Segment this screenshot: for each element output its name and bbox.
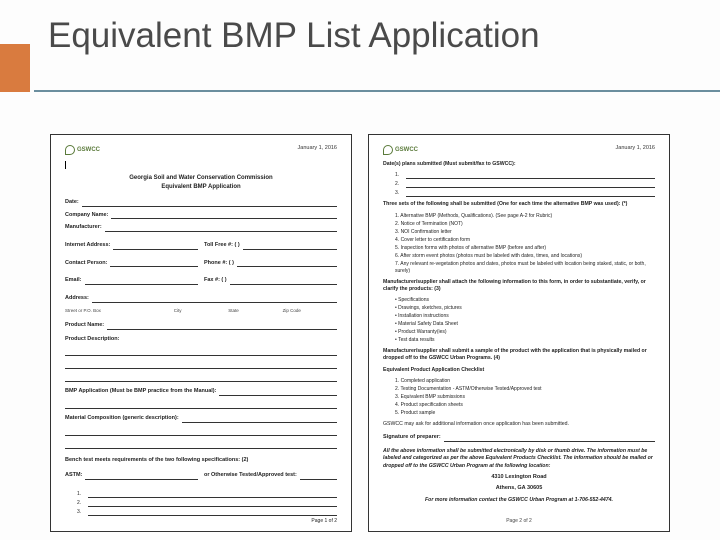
form-title-line-1: Georgia Soil and Water Conservation Comm…: [65, 174, 337, 182]
field-material: Material Composition (generic descriptio…: [65, 415, 337, 423]
input-fax[interactable]: [230, 278, 337, 285]
dates-list-p1: 1. 2. 3.: [77, 491, 337, 516]
application-page-1: GSWCC January 1, 2016 Georgia Soil and W…: [50, 134, 352, 532]
input-other-test[interactable]: [300, 473, 337, 480]
p2-date-1[interactable]: [406, 172, 655, 179]
input-phone[interactable]: [237, 260, 337, 267]
gswcc-logo: GSWCC: [65, 145, 100, 155]
field-bmp-app: BMP Application (Must be BMP practice fr…: [65, 388, 337, 396]
label-bench: Bench test meets requirements of the two…: [65, 457, 337, 465]
page-title: Equivalent BMP List Application: [34, 8, 720, 92]
input-email[interactable]: [85, 278, 198, 285]
input-bmp-app[interactable]: [219, 389, 337, 396]
input-manufacturer[interactable]: [105, 225, 337, 232]
attach-heading: Manufacturer/supplier shall attach the f…: [383, 279, 655, 294]
form-title: Georgia Soil and Water Conservation Comm…: [65, 174, 337, 191]
field-email: Email:: [65, 277, 198, 285]
address-line-2: Athens, GA 30605: [383, 485, 655, 493]
input-material-lines[interactable]: [65, 429, 337, 449]
three-sets-heading: Three sets of the following shall be sub…: [383, 201, 655, 208]
header-date: January 1, 2016: [616, 145, 655, 153]
input-product-desc[interactable]: [65, 349, 337, 382]
input-date[interactable]: [82, 200, 337, 207]
input-astm[interactable]: [85, 473, 198, 480]
date-entry-2[interactable]: [88, 500, 337, 507]
page-2-footer: Page 2 of 2: [369, 518, 669, 525]
more-info: For more information contact the GSWCC U…: [383, 497, 655, 504]
label-product-desc: Product Description:: [65, 336, 337, 344]
field-product-name: Product Name:: [65, 322, 337, 330]
gswcc-logo: GSWCC: [383, 145, 418, 155]
date-entry-3[interactable]: [88, 509, 337, 516]
attach-list: Specifications Drawings, sketches, pictu…: [395, 297, 655, 344]
sample-heading: Manufacturer/supplier shall submit a sam…: [383, 348, 655, 363]
input-contact[interactable]: [110, 260, 198, 267]
field-contact: Contact Person:: [65, 260, 198, 268]
logo-text: GSWCC: [77, 146, 100, 154]
ask-line: GSWCC may ask for additional information…: [383, 421, 655, 428]
footer-note: All the above information shall be submi…: [383, 448, 655, 470]
field-tollfree: Toll Free #: ( ): [204, 242, 337, 250]
checklist: 1. Completed application 2. Testing Docu…: [395, 378, 655, 417]
page-1-footer: Page 1 of 2: [311, 518, 337, 525]
field-phone: Phone #: ( ): [204, 260, 337, 268]
input-internet[interactable]: [113, 243, 198, 250]
application-page-2: GSWCC January 1, 2016 Date(s) plans subm…: [368, 134, 670, 532]
field-internet: Internet Address:: [65, 242, 198, 250]
input-signature[interactable]: [444, 435, 655, 442]
date-entry-1[interactable]: [88, 491, 337, 498]
swirl-icon: [65, 145, 75, 155]
dates-list: 1. 2. 3.: [395, 172, 655, 197]
field-company: Company Name:: [65, 212, 337, 220]
field-astm: ASTM:: [65, 472, 198, 480]
field-manufacturer: Manufacturer:: [65, 224, 337, 232]
signature-row: Signature of preparer:: [383, 434, 655, 442]
checklist-heading: Equivalent Product Application Checklist: [383, 367, 655, 374]
address-sublabels: Street or P.O. Box City State Zip Code: [65, 308, 337, 314]
dates-heading: Date(s) plans submitted (Must submit/fax…: [383, 161, 655, 168]
title-bar: Equivalent BMP List Application: [0, 0, 720, 92]
input-company[interactable]: [111, 212, 337, 219]
swirl-icon: [383, 145, 393, 155]
input-tollfree[interactable]: [243, 243, 337, 250]
field-date: Date:: [65, 199, 337, 207]
input-bmp-app-lines[interactable]: [65, 402, 337, 409]
address-line-1: 4310 Lexington Road: [383, 474, 655, 482]
input-address[interactable]: [92, 296, 337, 303]
input-material[interactable]: [182, 416, 337, 423]
field-fax: Fax #: ( ): [204, 277, 337, 285]
accent-block: [0, 44, 30, 92]
field-address: Address:: [65, 295, 337, 303]
field-other-test: or Otherwise Tested/Approved test:: [204, 472, 337, 480]
text-cursor-icon: [65, 161, 66, 169]
header-date: January 1, 2016: [298, 145, 337, 153]
p2-date-3[interactable]: [406, 190, 655, 197]
p2-date-2[interactable]: [406, 181, 655, 188]
input-product-name[interactable]: [107, 323, 337, 330]
three-sets-list: 1. Alternative BMP (Methods, Qualificati…: [395, 213, 655, 275]
logo-text: GSWCC: [395, 146, 418, 154]
form-title-line-2: Equivalent BMP Application: [65, 183, 337, 191]
pages-container: GSWCC January 1, 2016 Georgia Soil and W…: [0, 92, 720, 532]
